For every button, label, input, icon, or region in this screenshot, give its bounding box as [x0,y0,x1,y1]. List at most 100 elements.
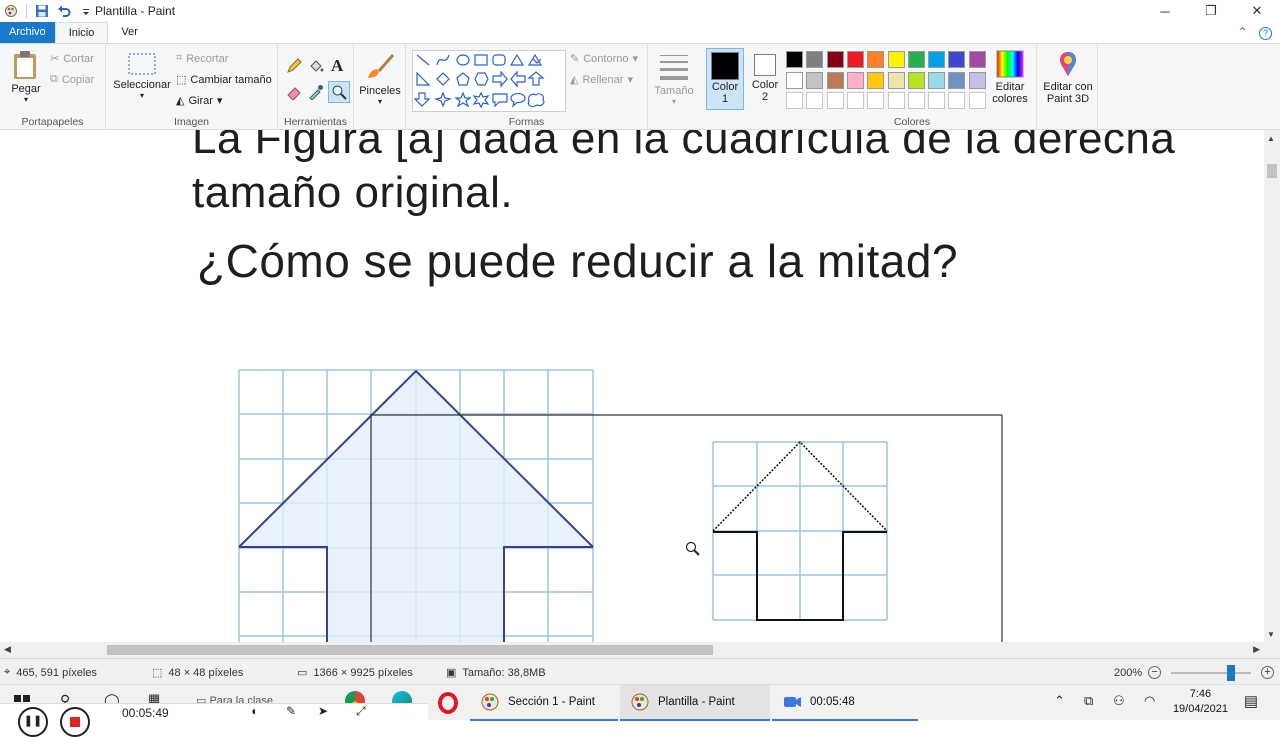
maximize-button[interactable]: ❐ [1188,0,1234,22]
palette-swatch[interactable] [846,92,864,109]
vertical-scrollbar[interactable]: ▲ ▼ [1264,130,1280,642]
palette-swatch[interactable] [826,71,844,89]
collapse-ribbon-icon[interactable]: ⌃ [1238,25,1248,39]
taskbar-recorder[interactable]: 00:05:48 [772,685,918,721]
paint-bucket-icon [310,60,324,72]
tab-home[interactable]: Inicio [54,22,109,43]
color2-button[interactable]: Color 2 [746,48,784,110]
fill-button[interactable]: ◭ Rellenar ▾ [570,73,633,87]
palette-swatch[interactable] [826,92,844,109]
tray-people-icon[interactable]: ⚇ [1113,693,1125,709]
stop-button[interactable] [60,707,90,737]
palette-swatch[interactable] [928,92,946,109]
brushes-button[interactable]: Pinceles ▾ [358,50,402,106]
shapes-gallery[interactable] [412,50,566,112]
undo-icon[interactable] [57,4,71,18]
canvas-area[interactable]: La Figura [a] dada en la cuadrícula de l… [0,130,1264,642]
help-icon[interactable]: ? [1259,27,1272,40]
palette-swatch[interactable] [968,92,986,109]
palette-swatch[interactable] [968,51,986,68]
palette-swatch[interactable] [806,71,824,89]
tab-file[interactable]: Archivo [0,22,55,43]
palette-swatch[interactable] [907,92,925,109]
zoom-out-icon[interactable]: − [1148,666,1162,679]
minimize-button[interactable]: ─ [1142,0,1188,22]
taskbar-section1-paint[interactable]: Sección 1 - Paint [470,685,618,721]
select-button[interactable]: Seleccionar ▾ [112,52,172,100]
palette-swatch[interactable] [968,71,986,89]
rotate-button[interactable]: ◭ Girar ▾ [176,94,222,108]
palette-swatch[interactable] [948,51,966,68]
palette-swatch[interactable] [786,71,803,89]
horizontal-scroll-thumb[interactable] [107,645,713,655]
paint-app-icon[interactable] [4,4,18,18]
size-button[interactable]: Tamaño ▾ [652,52,696,106]
zoom-slider-thumb[interactable] [1227,664,1236,681]
fill-tool[interactable] [308,58,324,74]
scroll-right-icon[interactable]: ▶ [1253,644,1260,655]
close-button[interactable]: ✕ [1234,0,1280,22]
ribbon: Pegar ▾ ✂ Cortar ⧉ Copiar Portapapeles Sel… [0,43,1280,130]
color1-button[interactable]: Color 1 [706,48,744,110]
clock[interactable]: 7:46 19/04/2021 [1173,687,1228,717]
palette-swatch[interactable] [806,92,824,109]
mic-icon[interactable]: ◖ [250,704,257,718]
palette-swatch[interactable] [948,92,966,109]
pencil-tool[interactable] [286,58,302,74]
text-tool[interactable]: A [331,56,343,76]
palette-swatch[interactable] [907,51,925,68]
oval-shape-icon [456,54,470,66]
cut-button[interactable]: ✂ Cortar [50,52,94,66]
palette-swatch[interactable] [867,51,885,68]
eraser-tool[interactable] [286,84,302,100]
notifications-icon[interactable]: ▤ [1244,692,1258,710]
palette-swatch[interactable] [846,71,864,89]
zoom-slider[interactable] [1171,664,1252,681]
pointer-icon[interactable]: ➤ [318,704,328,718]
palette-swatch[interactable] [806,51,824,68]
pen-icon[interactable]: ✎ [286,704,296,718]
palette-swatch[interactable] [846,51,864,68]
opera-icon[interactable] [438,692,458,714]
tray-app-icon[interactable]: ⧉ [1084,693,1093,709]
taskbar-plantilla-paint[interactable]: Plantilla - Paint [620,685,770,721]
palette-swatch[interactable] [887,51,905,68]
crop-button[interactable]: ⌗ Recortar [176,52,228,65]
wifi-icon[interactable]: ◠ [1144,693,1155,709]
customize-qa-icon[interactable] [79,4,93,18]
horizontal-scrollbar[interactable]: ◀ ▶ [0,642,1264,658]
tab-view[interactable]: Ver [108,22,151,43]
tray-chevron-icon[interactable]: ⌃ [1054,693,1065,709]
scroll-up-icon[interactable]: ▲ [1267,134,1275,143]
eraser-icon [287,87,301,100]
palette-swatch[interactable] [887,71,905,89]
palette-swatch[interactable] [786,51,803,68]
vertical-scroll-thumb[interactable] [1267,164,1277,178]
tools-group: A Herramientas [278,44,354,130]
resize-button[interactable]: ⬚ Cambiar tamaño [176,73,272,87]
palette-swatch[interactable] [867,71,885,89]
palette-swatch[interactable] [907,71,925,89]
color-picker-tool[interactable] [308,84,324,100]
expand-icon[interactable]: ⤢ [356,704,366,719]
palette-swatch[interactable] [867,92,885,109]
scroll-left-icon[interactable]: ◀ [4,644,11,655]
palette-swatch[interactable] [786,92,803,109]
palette-swatch[interactable] [826,51,844,68]
outline-button[interactable]: ✎ Contorno ▾ [570,52,638,66]
pause-button[interactable]: ❚❚ [18,707,48,737]
magnifier-tool[interactable] [328,81,350,103]
palette-swatch[interactable] [948,71,966,89]
edit-colors-button[interactable]: Editar colores [990,50,1030,105]
paste-button[interactable]: Pegar ▾ [6,50,46,104]
palette-swatch[interactable] [887,92,905,109]
edit-paint3d-button[interactable]: Editar con Paint 3D [1039,50,1097,105]
save-icon[interactable] [35,4,49,18]
palette-swatch[interactable] [928,51,946,68]
scroll-down-icon[interactable]: ▼ [1267,630,1275,639]
palette-swatch[interactable] [928,71,946,89]
zoom-in-icon[interactable]: + [1261,666,1275,679]
taskbar: ⚲ ◯ ▦ ▭ Para la clase ❚❚ 00:05:49 ◖ ✎ ➤ … [0,684,1280,737]
copy-button[interactable]: ⧉ Copiar [50,73,94,86]
diamond-shape-icon [436,72,450,86]
